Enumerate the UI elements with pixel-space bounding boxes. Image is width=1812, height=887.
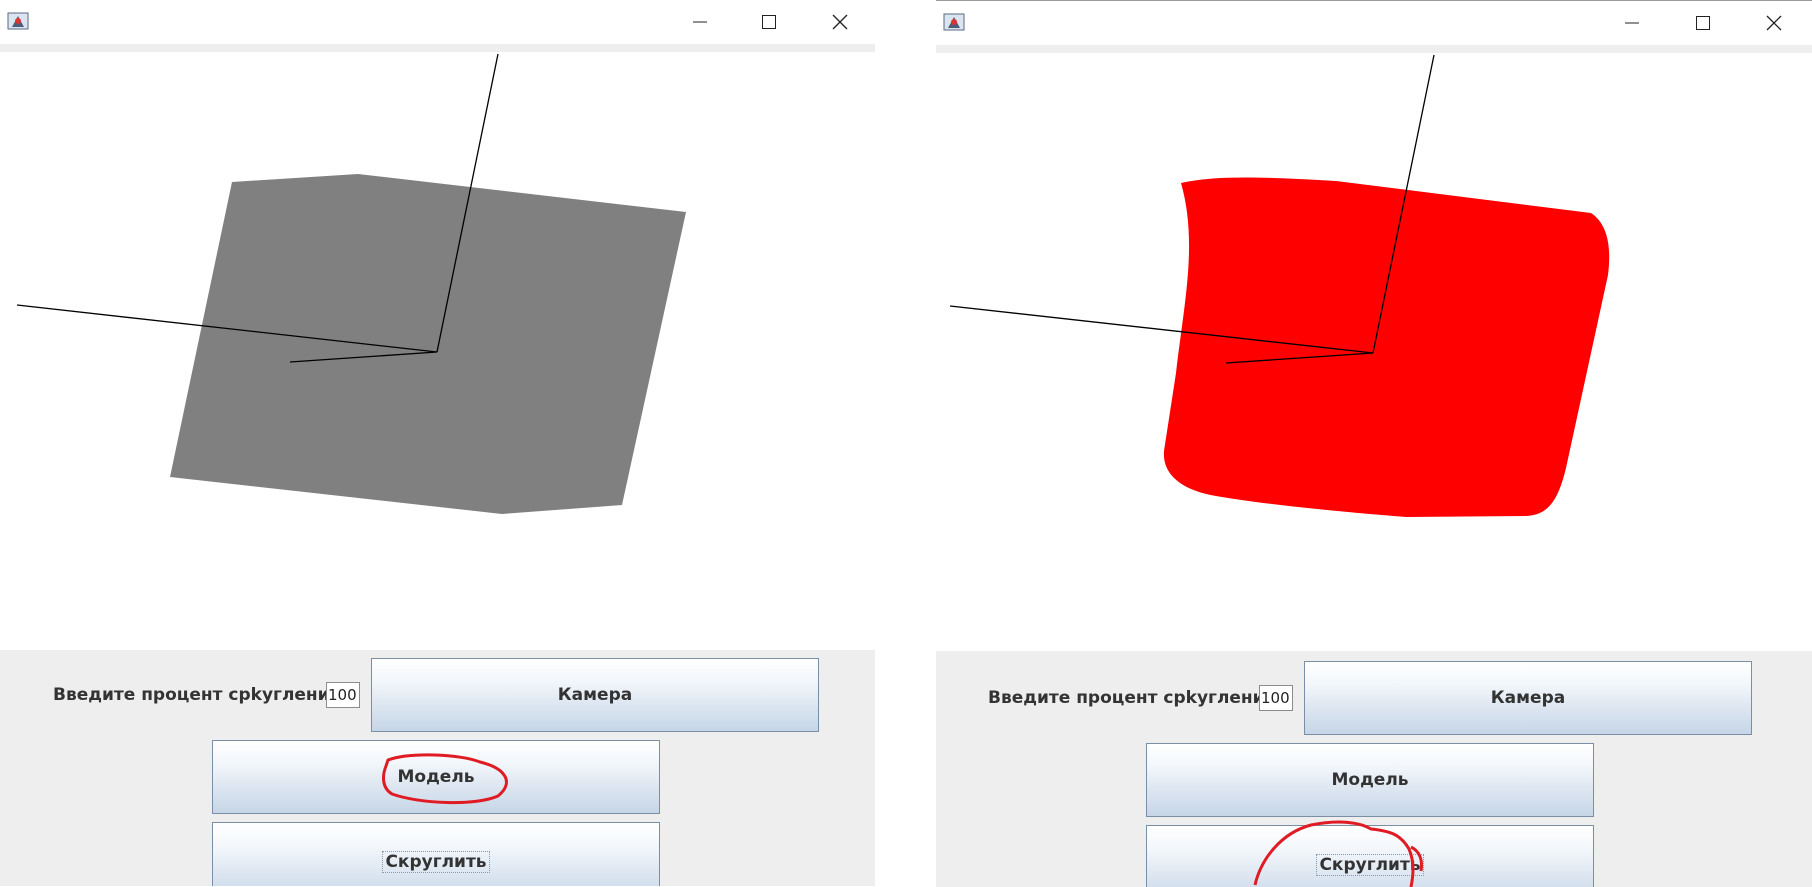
scene-svg	[949, 54, 1610, 517]
control-panel: Введите процент срkyгления 100 Камера Мо…	[0, 650, 875, 886]
round-button-label: Скруглить	[382, 851, 490, 873]
menu-strip	[936, 45, 1812, 53]
control-panel: Введите процент срkyгления 100 Камера Мо…	[936, 651, 1812, 887]
minimize-icon	[693, 21, 707, 23]
maximize-icon	[762, 15, 776, 29]
rounding-label: Введите процент срkyгления	[53, 685, 341, 705]
minimize-button[interactable]	[668, 0, 732, 44]
model-button[interactable]: Модель	[212, 740, 660, 814]
render-canvas[interactable]	[0, 52, 875, 650]
rounding-label: Введите процент срkyгления	[988, 688, 1276, 708]
java-app-icon	[942, 10, 966, 34]
round-button[interactable]: Скруглить	[1146, 825, 1594, 887]
maximize-button[interactable]	[737, 0, 801, 44]
scene-svg	[16, 53, 686, 514]
title-bar	[0, 0, 875, 44]
title-bar	[936, 1, 1812, 45]
render-canvas[interactable]	[936, 53, 1812, 651]
model-button-label: Модель	[397, 767, 475, 787]
close-button[interactable]	[1742, 1, 1806, 45]
close-icon	[1766, 15, 1782, 31]
left-window: Введите процент срkyгления 100 Камера Мо…	[0, 0, 875, 886]
close-icon	[832, 14, 848, 30]
close-button[interactable]	[808, 0, 872, 44]
maximize-icon	[1696, 16, 1710, 30]
rounded-cube-shape	[1163, 177, 1610, 517]
rounding-percent-input[interactable]: 100	[326, 682, 360, 708]
camera-button[interactable]: Камера	[1304, 661, 1752, 735]
java-app-icon	[6, 9, 30, 33]
menu-strip	[0, 44, 875, 52]
rounding-percent-input[interactable]: 100	[1259, 685, 1293, 711]
minimize-button[interactable]	[1600, 1, 1664, 45]
right-window: Введите процент срkyгления 100 Камера Мо…	[936, 0, 1812, 887]
camera-button-label: Камера	[557, 685, 633, 705]
minimize-icon	[1625, 22, 1639, 24]
model-button[interactable]: Модель	[1146, 743, 1594, 817]
round-button[interactable]: Скруглить	[212, 822, 660, 886]
camera-button-label: Камера	[1490, 688, 1566, 708]
camera-button[interactable]: Камера	[371, 658, 819, 732]
maximize-button[interactable]	[1671, 1, 1735, 45]
cube-shape	[170, 174, 686, 514]
round-button-label: Скруглить	[1316, 854, 1424, 876]
model-button-label: Модель	[1331, 770, 1409, 790]
